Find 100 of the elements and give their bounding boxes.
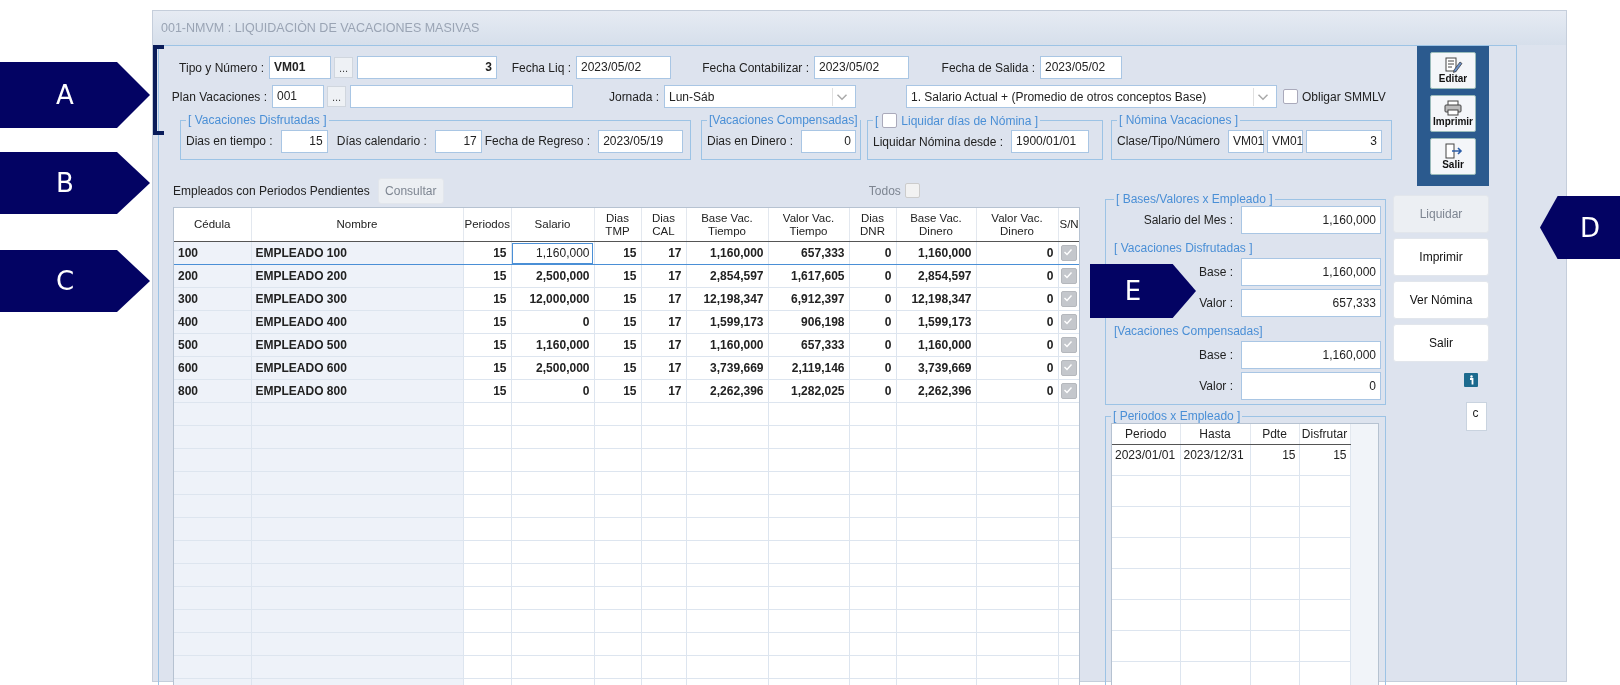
toolbar-button[interactable]: Editar — [1430, 52, 1476, 89]
column-header[interactable]: Disfrutar — [1299, 424, 1350, 445]
column-header[interactable]: Dias DNR — [849, 208, 896, 242]
section-title: [ Vacaciones Disfrutadas ] — [1114, 240, 1254, 255]
table-cell: EMPLEADO 200 — [251, 264, 463, 288]
input-field[interactable]: 1,160,000 — [1241, 258, 1381, 286]
action-button[interactable]: Salir — [1393, 324, 1489, 362]
toolbar-button[interactable]: Imprimir — [1430, 95, 1476, 132]
check-icon — [1061, 269, 1074, 281]
column-header[interactable]: Cédula — [174, 208, 251, 242]
lookup-button[interactable]: ... — [327, 86, 346, 107]
table-cell: 17 — [641, 379, 686, 403]
checkbox[interactable] — [882, 113, 898, 128]
table-cell: 100 — [174, 241, 251, 265]
callout-label: E — [1090, 264, 1196, 318]
table-cell: 800 — [174, 379, 251, 403]
date-field[interactable]: 2023/05/19 — [598, 129, 684, 153]
field-label: Liquidar Nómina desde : — [873, 134, 1005, 149]
info-icon[interactable] — [1464, 373, 1478, 387]
input-field[interactable]: VM01 — [1227, 129, 1264, 153]
field-label: Valor : — [1199, 379, 1234, 393]
table-cell: 1,160,000 — [896, 333, 976, 357]
input-field[interactable]: 0 — [1241, 372, 1381, 400]
table-cell: 0 — [849, 333, 896, 357]
date-field[interactable]: 2023/05/02 — [576, 56, 671, 79]
checkbox[interactable] — [1060, 383, 1077, 399]
checkbox[interactable] — [1060, 245, 1077, 261]
check-icon — [1061, 292, 1074, 304]
date-field[interactable]: 1900/01/01 — [1011, 130, 1090, 153]
field-label: Valor : — [1199, 296, 1234, 310]
action-button[interactable]: Imprimir — [1393, 238, 1489, 276]
date-field[interactable]: 2023/05/02 — [814, 56, 909, 79]
column-header[interactable]: Valor Vac. Tiempo — [768, 208, 849, 242]
input-field[interactable]: 0 — [801, 129, 857, 153]
column-header[interactable]: Periodo — [1112, 424, 1180, 445]
dropdown[interactable]: Lun-Sáb — [664, 85, 856, 108]
field-label: Base : — [1198, 348, 1234, 362]
table-cell: 15 — [594, 310, 641, 334]
checkbox[interactable] — [1060, 337, 1077, 353]
table-cell: 17 — [641, 333, 686, 357]
group-title: [ Nómina Vacaciones ] — [1118, 113, 1240, 127]
table-cell: 15 — [1299, 444, 1350, 476]
table-cell: EMPLEADO 800 — [251, 379, 463, 403]
action-button[interactable]: Ver Nómina — [1393, 281, 1489, 319]
table-cell: 657,333 — [768, 241, 849, 265]
input-field[interactable]: 15 — [280, 129, 328, 153]
check-icon — [1061, 361, 1074, 373]
table-cell: 12,198,347 — [896, 287, 976, 311]
field-label: Base : — [1198, 265, 1234, 279]
checkbox[interactable] — [1283, 89, 1298, 104]
column-header[interactable]: Nombre — [251, 208, 463, 242]
column-header[interactable]: S/N — [1058, 208, 1079, 242]
input-field[interactable]: 3 — [357, 56, 497, 79]
column-header[interactable]: Salario — [511, 208, 594, 242]
field-label: Clase/Tipo/Número — [1117, 134, 1221, 148]
column-header[interactable]: Base Vac. Dinero — [896, 208, 976, 242]
table-cell: 0 — [849, 264, 896, 288]
table-cell: 0 — [849, 287, 896, 311]
checkbox[interactable] — [1060, 314, 1077, 330]
field-label: Salario del Mes : — [1143, 213, 1234, 227]
checkbox[interactable] — [1060, 268, 1077, 284]
toolbar-button[interactable]: Salir — [1430, 138, 1476, 175]
table-cell: 15 — [594, 356, 641, 380]
column-header[interactable]: Valor Vac. Dinero — [976, 208, 1058, 242]
column-header[interactable]: Dias TMP — [594, 208, 641, 242]
input-field[interactable]: 001 — [272, 85, 324, 108]
table-cell: 2,854,597 — [686, 264, 768, 288]
callout-label: C — [0, 250, 150, 312]
table-cell: 0 — [511, 310, 594, 334]
input-field[interactable]: VM01 — [269, 56, 331, 79]
table-cell: 0 — [849, 356, 896, 380]
lookup-button[interactable]: ... — [334, 57, 353, 78]
input-field[interactable]: 3 — [1305, 129, 1382, 153]
field-label: Dias en tiempo : — [186, 134, 274, 148]
input-field[interactable]: 17 — [434, 129, 482, 153]
table-cell: 15 — [463, 287, 511, 311]
column-header[interactable]: Periodos — [463, 208, 511, 242]
input-field[interactable]: 1,160,000 — [1241, 206, 1381, 234]
bracket-mark: [ — [875, 113, 879, 128]
column-header[interactable]: Hasta — [1180, 424, 1250, 445]
column-header[interactable]: Dias CAL — [641, 208, 686, 242]
input-field[interactable]: 657,333 — [1241, 289, 1381, 317]
table-cell: 2,262,396 — [686, 379, 768, 403]
table-cell: 0 — [976, 287, 1058, 311]
field-label: Fecha Liq : — [510, 60, 572, 75]
column-header[interactable]: Pdte — [1250, 424, 1299, 445]
checkbox[interactable] — [1060, 291, 1077, 307]
input-field[interactable]: 1,160,000 — [1241, 341, 1381, 369]
input-field[interactable] — [350, 85, 573, 108]
field-label: Fecha de Regreso : — [484, 134, 592, 148]
door-arrow-icon — [1443, 143, 1463, 159]
dropdown[interactable]: 1. Salario Actual + (Promedio de otros conceptos Base) — [906, 85, 1277, 108]
date-field[interactable]: 2023/05/02 — [1040, 56, 1122, 79]
input-field[interactable]: c — [1465, 402, 1487, 431]
table-cell: 15 — [1250, 444, 1299, 476]
table-cell: 2023/12/31 — [1180, 444, 1250, 476]
table-cell: 600 — [174, 356, 251, 380]
column-header[interactable]: Base Vac. Tiempo — [686, 208, 768, 242]
checkbox[interactable] — [1060, 360, 1077, 376]
input-field[interactable]: VM01 — [1266, 129, 1303, 153]
